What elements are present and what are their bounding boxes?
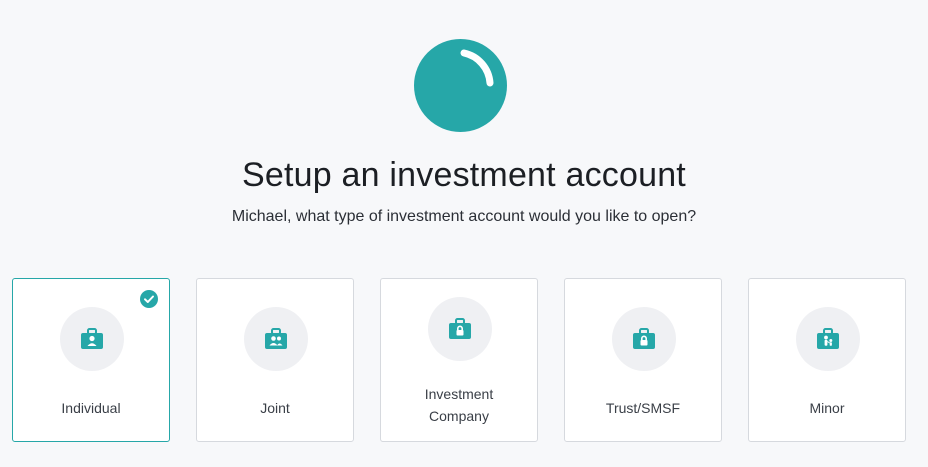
briefcase-lock-icon — [612, 307, 676, 371]
briefcase-lock-icon — [428, 297, 492, 361]
page-subtitle: Michael, what type of investment account… — [231, 208, 697, 225]
account-option-investment-company[interactable]: Investment Company — [380, 278, 538, 442]
account-option-individual[interactable]: Individual — [12, 278, 170, 442]
account-option-label: Individual — [61, 400, 121, 416]
account-option-label: Investment Company — [424, 386, 494, 424]
briefcase-person-icon — [60, 307, 124, 371]
briefcase-people-icon — [244, 307, 308, 371]
loading-logo — [414, 39, 507, 132]
account-option-label: Minor — [809, 400, 845, 416]
briefcase-family-icon — [796, 307, 860, 371]
account-option-label: Trust/SMSF — [605, 400, 681, 416]
account-option-joint[interactable]: Joint — [196, 278, 354, 442]
page-title: Setup an investment account — [242, 156, 686, 194]
account-option-label: Joint — [260, 400, 290, 416]
selected-check-icon — [140, 290, 158, 308]
account-option-trust-smsf[interactable]: Trust/SMSF — [564, 278, 722, 442]
account-option-minor[interactable]: Minor — [748, 278, 906, 442]
